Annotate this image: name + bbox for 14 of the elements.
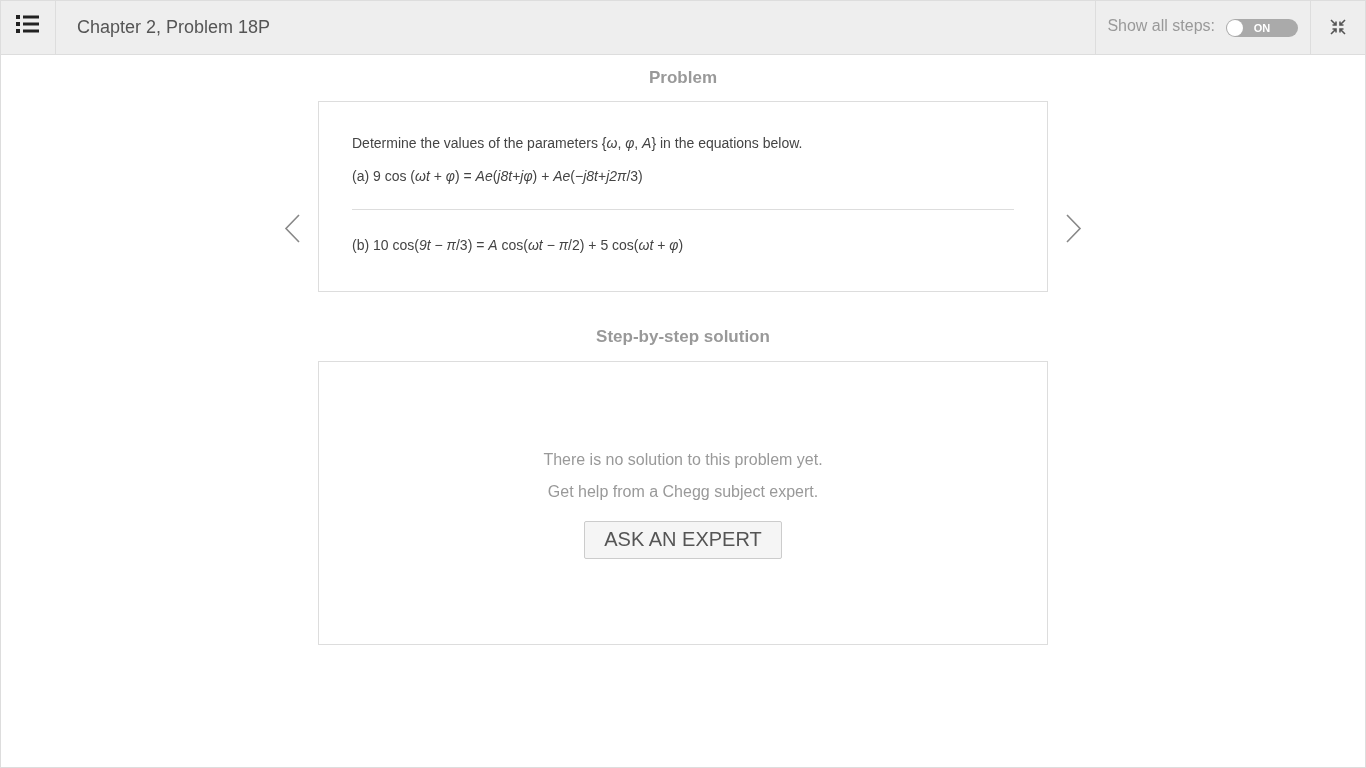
- problem-text: Determine the values of the parameters {ω, φ, A} in the equations below.: [352, 134, 804, 153]
- chevron-left-icon[interactable]: [284, 214, 300, 243]
- equation-text: (a) 9 cos (ωt + φ) = Ae(j8t+jφ) + Ae(−j8t+j2π/3): [352, 167, 644, 186]
- arrows-inward-icon: [1330, 18, 1346, 35]
- equation-text: (b) 10 cos(9t − π/3) = A cos(ωt − π/2) + 5 cos(ωt + φ): [352, 236, 685, 255]
- show-all-steps-label: Show all steps:: [1107, 16, 1215, 35]
- page-title: Chapter 2, Problem 18P: [77, 17, 271, 38]
- section-heading: Problem: [649, 68, 717, 88]
- chevron-right-icon[interactable]: [1066, 214, 1082, 243]
- menu-icon: [15, 14, 39, 33]
- section-heading: Step-by-step solution: [596, 327, 770, 347]
- message-text: There is no solution to this problem yet.: [543, 449, 823, 470]
- ask-expert-button[interactable]: ASK AN EXPERT: [584, 520, 782, 559]
- message-text: Get help from a Chegg subject expert.: [547, 481, 819, 502]
